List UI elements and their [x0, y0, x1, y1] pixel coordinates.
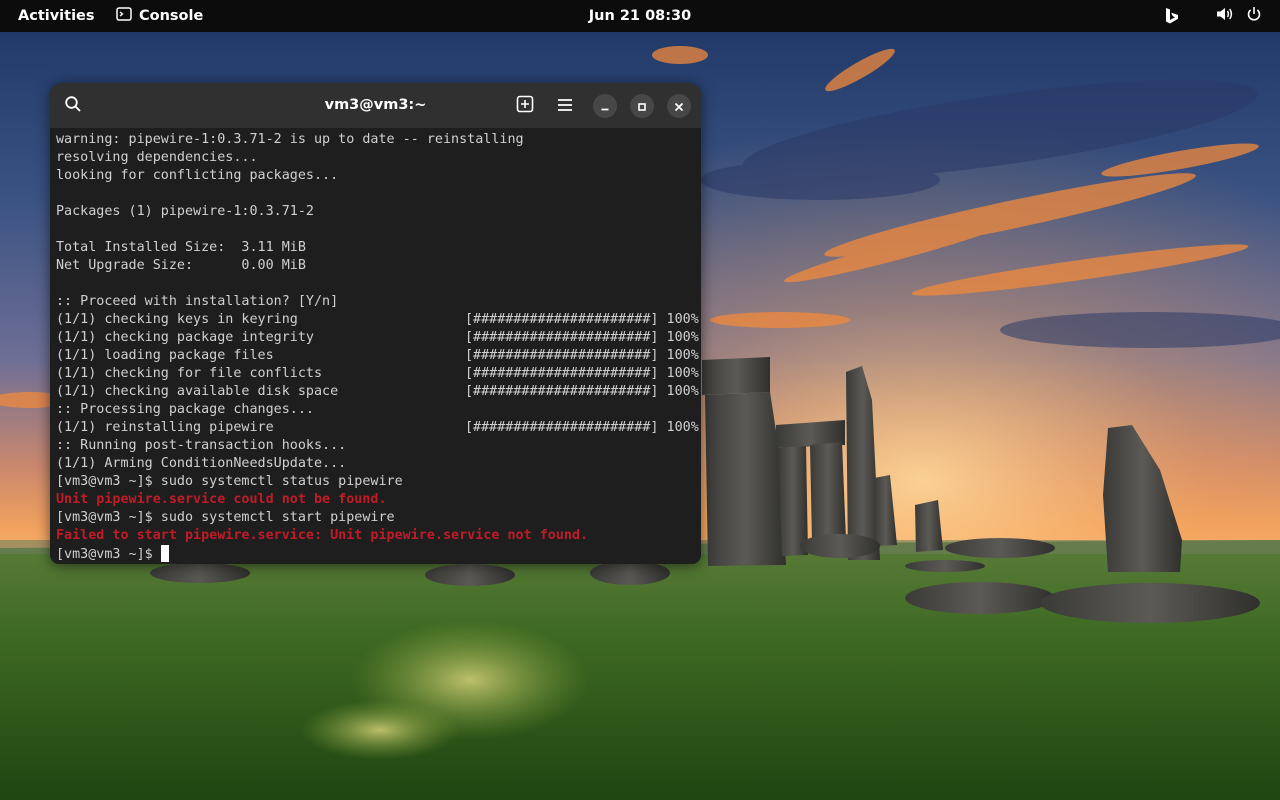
terminal-line: Net Upgrade Size: 0.00 MiB [56, 257, 701, 275]
terminal-line: looking for conflicting packages... [56, 167, 701, 185]
terminal-line: resolving dependencies... [56, 149, 701, 167]
terminal-line-text: (1/1) loading package files [56, 348, 274, 363]
progress-bar-text: [######################] 100% [465, 348, 699, 363]
terminal-line: Total Installed Size: 3.11 MiB [56, 239, 701, 257]
terminal-line-text: :: Proceed with installation? [Y/n] [56, 294, 339, 309]
speaker-volume-icon [1216, 6, 1234, 26]
progress-bar-text: [######################] 100% [465, 384, 699, 399]
terminal-line: (1/1) Arming ConditionNeedsUpdate... [56, 455, 701, 473]
terminal-line-text: (1/1) Arming ConditionNeedsUpdate... [56, 456, 347, 471]
minimize-icon [600, 97, 610, 116]
terminal-output[interactable]: warning: pipewire-1:0.3.71-2 is up to da… [56, 131, 701, 563]
main-menu-button[interactable] [551, 92, 579, 120]
terminal-line-text: (1/1) checking keys in keyring [56, 312, 298, 327]
progress-bar-text: [######################] 100% [465, 420, 699, 435]
close-icon [674, 97, 684, 116]
top-bar: Activities Console Jun 21 08:30 [0, 0, 1280, 32]
terminal-line-text: Packages (1) pipewire-1:0.3.71-2 [56, 204, 314, 219]
terminal-line: :: Running post-transaction hooks... [56, 437, 701, 455]
terminal-line-text: Unit pipewire.service could not be found… [56, 492, 387, 507]
terminal-line: :: Processing package changes... [56, 401, 701, 419]
new-tab-icon [516, 95, 534, 117]
activities-button[interactable]: Activities [18, 0, 95, 32]
terminal-line: warning: pipewire-1:0.3.71-2 is up to da… [56, 131, 701, 149]
terminal-line-text: Failed to start pipewire.service: Unit p… [56, 528, 589, 543]
terminal-line: (1/1) checking available disk space [####… [56, 383, 701, 401]
terminal-line: (1/1) reinstalling pipewire [############… [56, 419, 701, 437]
prompt-line[interactable]: [vm3@vm3 ~]$ [56, 545, 701, 563]
progress-bar-text: [######################] 100% [465, 330, 699, 345]
terminal-line-text: [vm3@vm3 ~]$ sudo systemctl start pipewi… [56, 510, 395, 525]
terminal-line-text: (1/1) reinstalling pipewire [56, 420, 274, 435]
terminal-line-text: :: Running post-transaction hooks... [56, 438, 347, 453]
terminal-line-text: (1/1) checking for file conflicts [56, 366, 323, 381]
app-menu-button[interactable]: Console [116, 0, 203, 32]
terminal-line-text: :: Processing package changes... [56, 402, 314, 417]
terminal-line: (1/1) checking package integrity [#######… [56, 329, 701, 347]
terminal-line-text: Total Installed Size: 3.11 MiB [56, 240, 306, 255]
search-icon [64, 95, 82, 117]
progress-bar-text: [######################] 100% [465, 366, 699, 381]
minimize-button[interactable] [593, 94, 617, 118]
terminal-line: Packages (1) pipewire-1:0.3.71-2 [56, 203, 701, 221]
terminal-line-text: Net Upgrade Size: 0.00 MiB [56, 258, 306, 273]
terminal-headerbar[interactable]: vm3@vm3:~ [50, 83, 701, 128]
terminal-error-line: Unit pipewire.service could not be found… [56, 491, 701, 509]
system-status-menu[interactable] [1216, 0, 1262, 32]
new-tab-button[interactable] [511, 92, 539, 120]
terminal-line: (1/1) checking for file conflicts [######… [56, 365, 701, 383]
terminal-line-text: (1/1) checking package integrity [56, 330, 314, 345]
terminal-line-text: warning: pipewire-1:0.3.71-2 is up to da… [56, 132, 524, 147]
terminal-line-text: looking for conflicting packages... [56, 168, 339, 183]
text-cursor [160, 545, 169, 562]
maximize-icon [637, 97, 647, 116]
terminal-line-text: resolving dependencies... [56, 150, 258, 165]
app-name: Console [139, 8, 204, 24]
terminal-line: :: Proceed with installation? [Y/n] [56, 293, 701, 311]
bing-logo-icon[interactable] [1164, 7, 1180, 25]
close-button[interactable] [667, 94, 691, 118]
terminal-line-text: (1/1) checking available disk space [56, 384, 339, 399]
hamburger-menu-icon [557, 97, 573, 116]
terminal-line: (1/1) checking keys in keyring [#########… [56, 311, 701, 329]
power-icon [1246, 6, 1262, 26]
terminal-app-icon [116, 6, 132, 26]
terminal-error-line: Failed to start pipewire.service: Unit p… [56, 527, 701, 545]
shell-prompt: [vm3@vm3 ~]$ [56, 547, 161, 562]
terminal-line: [vm3@vm3 ~]$ sudo systemctl status pipew… [56, 473, 701, 491]
terminal-line-text: [vm3@vm3 ~]$ sudo systemctl status pipew… [56, 474, 403, 489]
terminal-window[interactable]: vm3@vm3:~ warning: pipewire-1:0.3.71-2 i… [50, 83, 701, 564]
terminal-line: [vm3@vm3 ~]$ sudo systemctl start pipewi… [56, 509, 701, 527]
search-button[interactable] [59, 92, 87, 120]
terminal-line: (1/1) loading package files [############… [56, 347, 701, 365]
maximize-button[interactable] [630, 94, 654, 118]
progress-bar-text: [######################] 100% [465, 312, 699, 327]
clock-button[interactable]: Jun 21 08:30 [589, 8, 691, 24]
